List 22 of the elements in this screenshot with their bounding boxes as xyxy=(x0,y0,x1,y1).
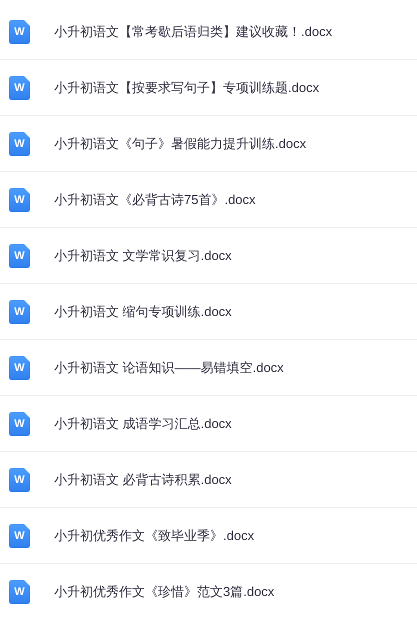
word-file-icon: W xyxy=(9,524,30,548)
file-name[interactable]: 小升初语文 必背古诗积累.docx xyxy=(54,470,232,490)
word-file-icon: W xyxy=(9,132,30,156)
word-file-icon: W xyxy=(9,580,30,604)
word-file-icon: W xyxy=(9,20,30,44)
word-file-icon: W xyxy=(9,356,30,380)
word-file-icon: W xyxy=(9,244,30,268)
file-name[interactable]: 小升初语文 论语知识——易错填空.docx xyxy=(54,358,284,378)
file-name[interactable]: 小升初优秀作文《珍惜》范文3篇.docx xyxy=(54,582,274,602)
word-file-icon: W xyxy=(9,468,30,492)
word-file-icon: W xyxy=(9,188,30,212)
file-name[interactable]: 小升初语文 文学常识复习.docx xyxy=(54,246,232,266)
file-name[interactable]: 小升初语文 缩句专项训练.docx xyxy=(54,302,232,322)
file-name[interactable]: 小升初语文《必背古诗75首》.docx xyxy=(54,190,256,210)
word-file-icon: W xyxy=(9,76,30,100)
file-name[interactable]: 小升初语文 成语学习汇总.docx xyxy=(54,414,232,434)
word-file-icon: W xyxy=(9,412,30,436)
file-name[interactable]: 小升初优秀作文《致毕业季》.docx xyxy=(54,526,254,546)
file-name[interactable]: 小升初语文【常考歇后语归类】建议收藏！.docx xyxy=(54,22,332,42)
word-file-icon: W xyxy=(9,300,30,324)
file-name[interactable]: 小升初语文【按要求写句子】专项训练题.docx xyxy=(54,78,320,98)
file-name[interactable]: 小升初语文《句子》暑假能力提升训练.docx xyxy=(54,134,306,154)
